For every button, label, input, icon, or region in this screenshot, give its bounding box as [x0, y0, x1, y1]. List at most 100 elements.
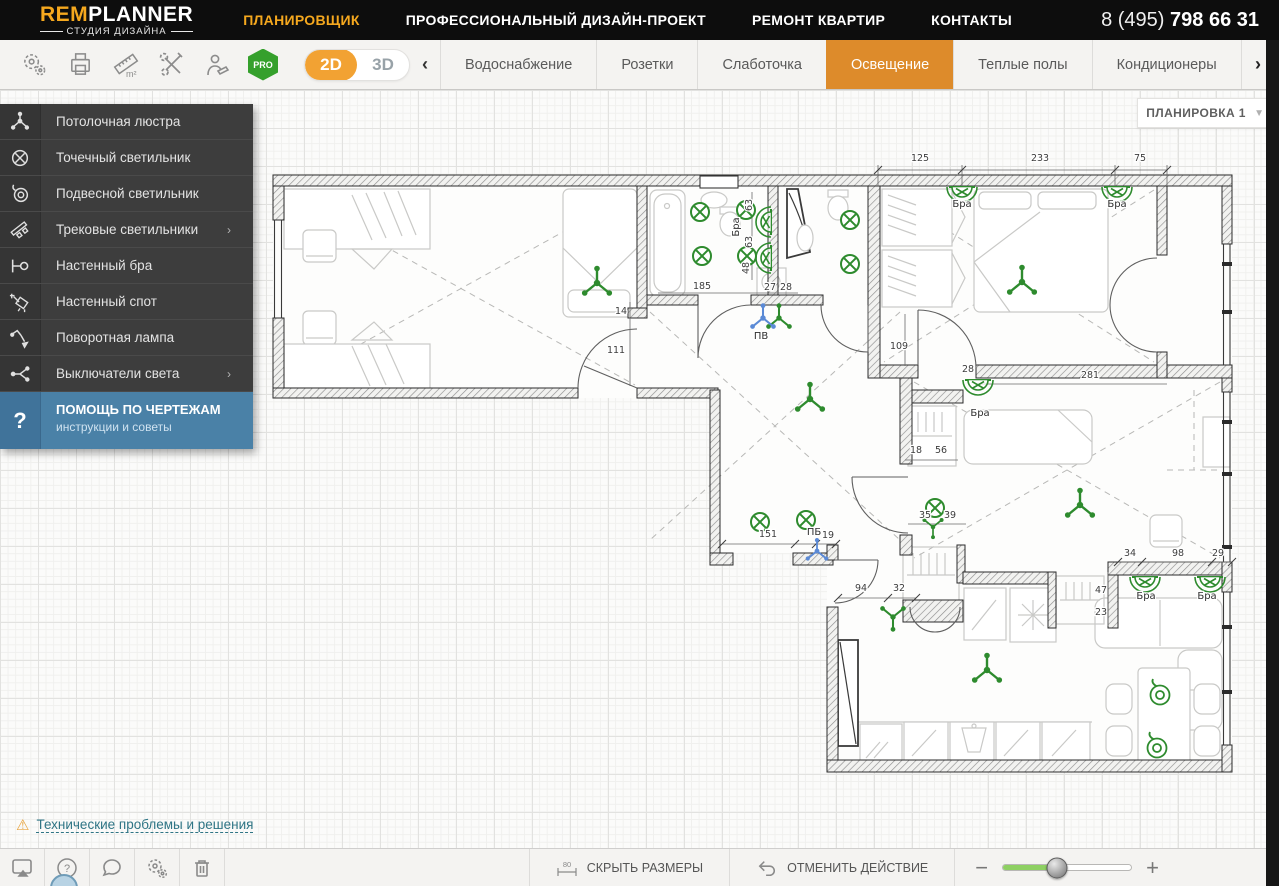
- app-logo[interactable]: REMPLANNER СТУДИЯ ДИЗАЙНА: [40, 4, 193, 37]
- dimension-label: 48: [741, 262, 752, 274]
- plan-label: Бра: [1136, 591, 1155, 602]
- dimension-label: 27: [764, 282, 776, 293]
- tab-sockets[interactable]: Розетки: [596, 40, 697, 89]
- zoom-in-button[interactable]: +: [1146, 856, 1159, 879]
- undo-button[interactable]: ОТМЕНИТЬ ДЕЙСТВИЕ: [729, 849, 954, 886]
- dimension-label: 39: [944, 510, 956, 521]
- submenu-chevron-icon: ›: [227, 222, 231, 237]
- tabs-scroll-left[interactable]: ‹: [410, 40, 440, 89]
- sidebar-item-wall-sconce[interactable]: Настенный бра: [0, 248, 253, 284]
- svg-text:m²: m²: [126, 69, 137, 79]
- dimension-label: 32: [893, 583, 905, 594]
- sidebar-item-pendant-light[interactable]: Подвесной светильник: [0, 176, 253, 212]
- dimension-label: 19: [822, 530, 834, 541]
- nav-planner[interactable]: ПЛАНИРОВЩИК: [243, 12, 360, 28]
- plan-settings-button[interactable]: [135, 849, 180, 886]
- toolbar: m² PRO 2D 3D ‹ Водоснабжение Розетки Сла…: [0, 40, 1279, 90]
- tech-problems-link[interactable]: ⚠ Технические проблемы и решения: [16, 816, 254, 834]
- trash-icon: [195, 859, 209, 877]
- gear-icon: [23, 54, 45, 76]
- screen-icon: [12, 858, 32, 877]
- sidebar-item-spot-light[interactable]: Точечный светильник: [0, 140, 253, 176]
- sidebar-item-swivel-lamp[interactable]: Поворотная лампа: [0, 320, 253, 356]
- dimension-label: 151: [759, 529, 777, 540]
- dimension-label: 94: [855, 583, 867, 594]
- tab-water-supply[interactable]: Водоснабжение: [440, 40, 596, 89]
- plan-label: Бра: [1107, 199, 1126, 210]
- dimension-label: 233: [1031, 153, 1049, 164]
- logo-planner: PLANNER: [88, 2, 194, 26]
- dimension-label: 47: [1095, 585, 1107, 596]
- sidebar-item-track-lights[interactable]: Трековые светильники ›: [0, 212, 253, 248]
- zoom-slider-knob[interactable]: [1046, 857, 1068, 878]
- area-button[interactable]: m²: [110, 49, 142, 81]
- ruler-m2-icon: m²: [113, 52, 139, 79]
- dimension-label: 185: [693, 281, 711, 292]
- nav-renovation[interactable]: РЕМОНТ КВАРТИР: [752, 12, 885, 28]
- bottom-bar: ? 80 СКРЫТЬ РАЗМЕРЫ ОТМЕНИТЬ ДЕЙСТВИЕ − …: [0, 848, 1279, 886]
- chat-button[interactable]: [90, 849, 135, 886]
- plan-label: Бра: [1197, 591, 1216, 602]
- printer-icon: [70, 53, 90, 75]
- dimension-label: 125: [911, 153, 929, 164]
- sidebar-item-ceiling-chandelier[interactable]: Потолочная люстра: [0, 104, 253, 140]
- settings-button[interactable]: [18, 49, 50, 81]
- swivel-lamp-icon: [0, 320, 41, 355]
- logo-rem: REM: [40, 2, 89, 26]
- view-2d-button[interactable]: 2D: [305, 49, 357, 80]
- pro-badge[interactable]: PRO: [248, 48, 278, 81]
- dimension-label: 109: [890, 341, 908, 352]
- light-switch-icon: [0, 356, 41, 391]
- tools-icon: [159, 51, 183, 76]
- view-toggle[interactable]: 2D 3D: [304, 48, 410, 81]
- spot-light-icon: [0, 140, 41, 175]
- dimension-label: 28: [780, 282, 792, 293]
- speech-bubble-icon: [102, 858, 121, 876]
- hide-dimensions-button[interactable]: 80 СКРЫТЬ РАЗМЕРЫ: [528, 849, 729, 886]
- nav-contacts[interactable]: КОНТАКТЫ: [931, 12, 1012, 28]
- right-scrollbar[interactable]: [1266, 40, 1279, 886]
- zoom-controls: − +: [954, 849, 1179, 886]
- layout-selector-label: ПЛАНИРОВКА 1: [1146, 106, 1246, 120]
- chevron-down-icon: ▼: [1254, 107, 1264, 119]
- plan-canvas[interactable]: 125 233 75 63 63 48 185 27 28 14 111 109 28 281 18 56 35…: [0, 90, 1279, 848]
- undo-arrow-icon: [758, 860, 776, 876]
- wall-sconce-icon: [0, 248, 41, 283]
- dimension-label: 281: [1081, 370, 1099, 381]
- dimension-label: 63: [744, 236, 755, 248]
- dimension-label: 23: [1095, 607, 1107, 618]
- svg-text:?: ?: [64, 863, 70, 875]
- presentation-button[interactable]: [0, 849, 45, 886]
- zoom-slider[interactable]: [1002, 857, 1133, 878]
- spot-symbol[interactable]: [840, 210, 860, 230]
- layout-selector[interactable]: ПЛАНИРОВКА 1 ▼: [1137, 98, 1279, 128]
- dimension-label: 14: [615, 306, 627, 317]
- designer-button[interactable]: [202, 49, 234, 81]
- sidebar-item-wall-spot[interactable]: Настенный спот: [0, 284, 253, 320]
- spot-symbol[interactable]: [690, 202, 710, 222]
- dimension-label: 18: [910, 445, 922, 456]
- dimension-icon: 80: [557, 860, 577, 876]
- plan-label: ПБ: [807, 527, 822, 538]
- tab-flooring[interactable]: Наполь: [1240, 40, 1251, 89]
- view-3d-button[interactable]: 3D: [357, 50, 409, 80]
- print-button[interactable]: [64, 49, 96, 81]
- submenu-chevron-icon: ›: [227, 366, 231, 381]
- dimension-label: 28: [962, 364, 974, 375]
- zoom-out-button[interactable]: −: [975, 856, 988, 879]
- help-subtitle: инструкции и советы: [56, 420, 172, 434]
- tools-button[interactable]: [156, 49, 188, 81]
- nav-design-project[interactable]: ПРОФЕССИОНАЛЬНЫЙ ДИЗАЙН-ПРОЕКТ: [406, 12, 706, 28]
- tab-lighting[interactable]: Освещение: [826, 40, 954, 89]
- spot-symbol[interactable]: [692, 246, 712, 266]
- dimension-label: 29: [1212, 548, 1224, 559]
- sidebar-item-light-switches[interactable]: Выключатели света ›: [0, 356, 253, 392]
- tab-heated-floors[interactable]: Теплые полы: [953, 40, 1091, 89]
- delete-button[interactable]: [180, 849, 225, 886]
- plan-label: ПВ: [754, 331, 769, 342]
- tab-low-current[interactable]: Слаботочка: [697, 40, 826, 89]
- phone-number: 8 (495) 798 66 31: [1101, 8, 1259, 31]
- sidebar-help-item[interactable]: ? ПОМОЩЬ ПО ЧЕРТЕЖАМ инструкции и советы: [0, 392, 253, 449]
- spot-symbol[interactable]: [840, 254, 860, 274]
- tab-air-conditioners[interactable]: Кондиционеры: [1091, 40, 1241, 89]
